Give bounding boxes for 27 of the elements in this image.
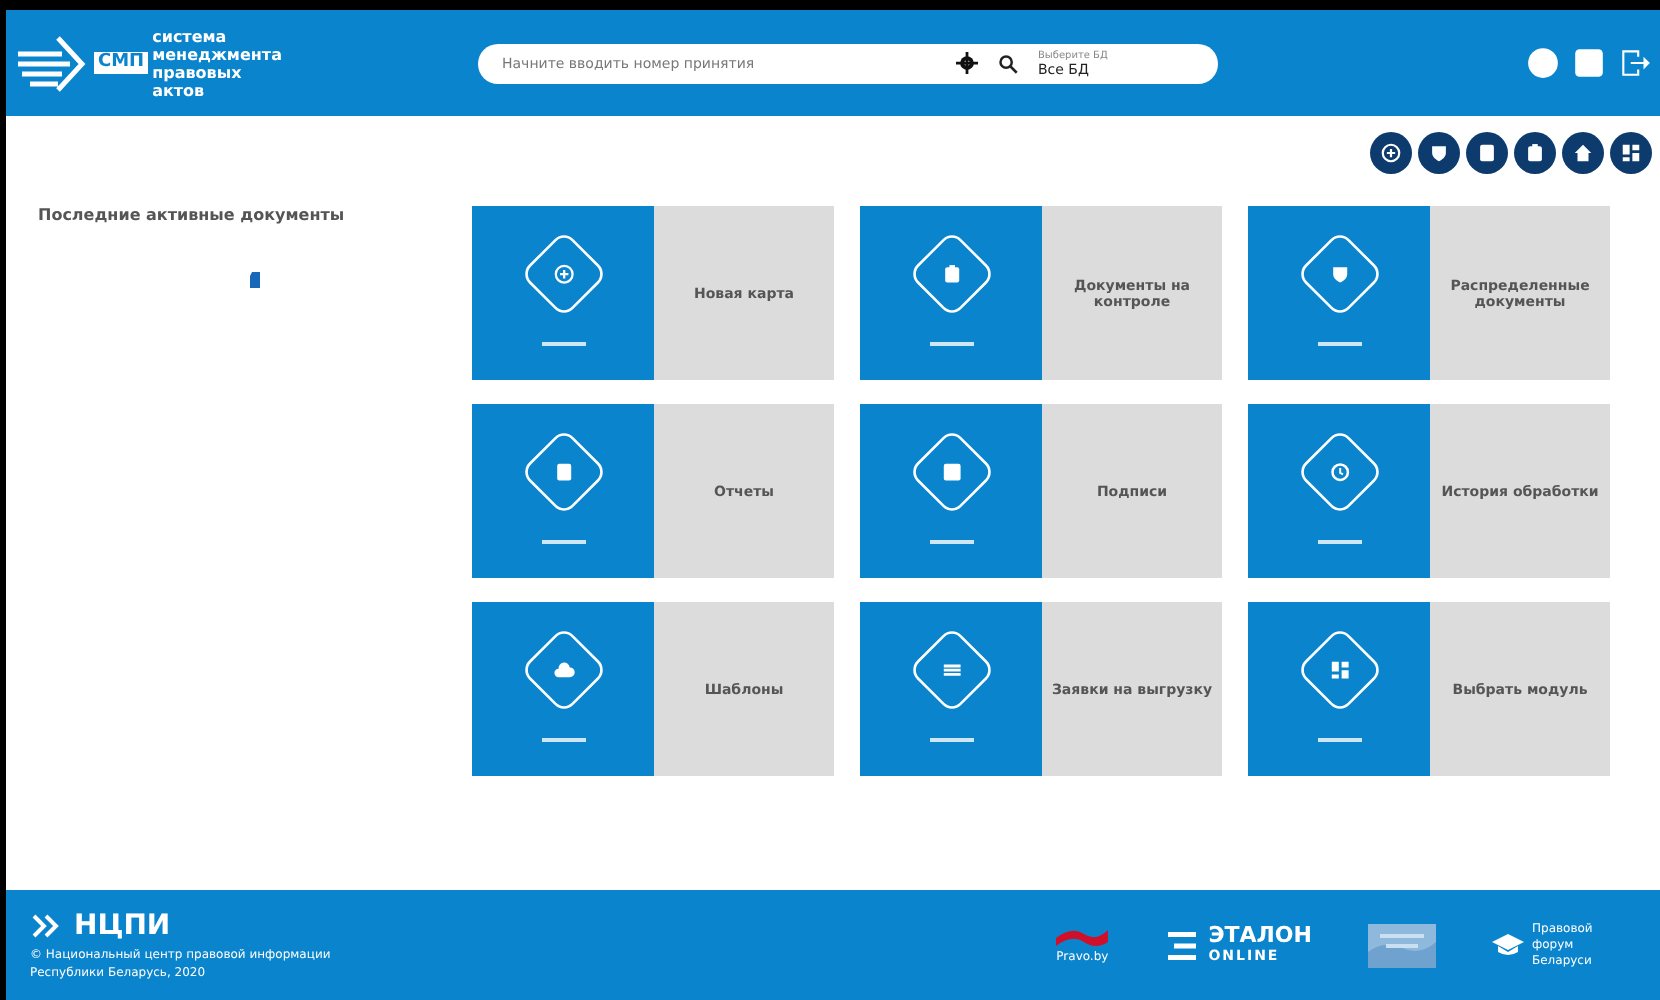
- toolbar-button[interactable]: [1466, 132, 1508, 174]
- section-title: Последние активные документы: [38, 206, 347, 224]
- home-icon: [1572, 142, 1594, 164]
- settings-icon[interactable]: [956, 52, 978, 74]
- stripes-icon: [1164, 927, 1201, 963]
- logo-icon: [30, 913, 62, 937]
- logo-text: актов: [152, 81, 205, 99]
- logo-lines-icon: [18, 33, 90, 93]
- graduation-cap-icon: [1492, 933, 1524, 957]
- logo-text: система: [152, 27, 229, 45]
- toolbar-button[interactable]: [1418, 132, 1460, 174]
- document-icon: [1476, 142, 1498, 164]
- logo-mark: СМП: [94, 52, 149, 74]
- toolbar-button[interactable]: [1610, 132, 1652, 174]
- logo-text: менеджмента: [152, 45, 282, 63]
- dashboard-icon: [1620, 142, 1642, 164]
- plus-circle-icon: [1380, 142, 1402, 164]
- exit-icon[interactable]: [1618, 46, 1652, 80]
- footer-logo-text: НЦПИ: [74, 909, 171, 941]
- shield-icon: [1428, 142, 1450, 164]
- logo-text: правовых: [152, 63, 244, 81]
- toolbar-button[interactable]: [1370, 132, 1412, 174]
- toolbar-button[interactable]: [1562, 132, 1604, 174]
- search-icon[interactable]: [998, 53, 1018, 73]
- flag-icon: [1056, 926, 1109, 950]
- clipboard-icon: [1524, 142, 1546, 164]
- toolbar-button[interactable]: [1514, 132, 1556, 174]
